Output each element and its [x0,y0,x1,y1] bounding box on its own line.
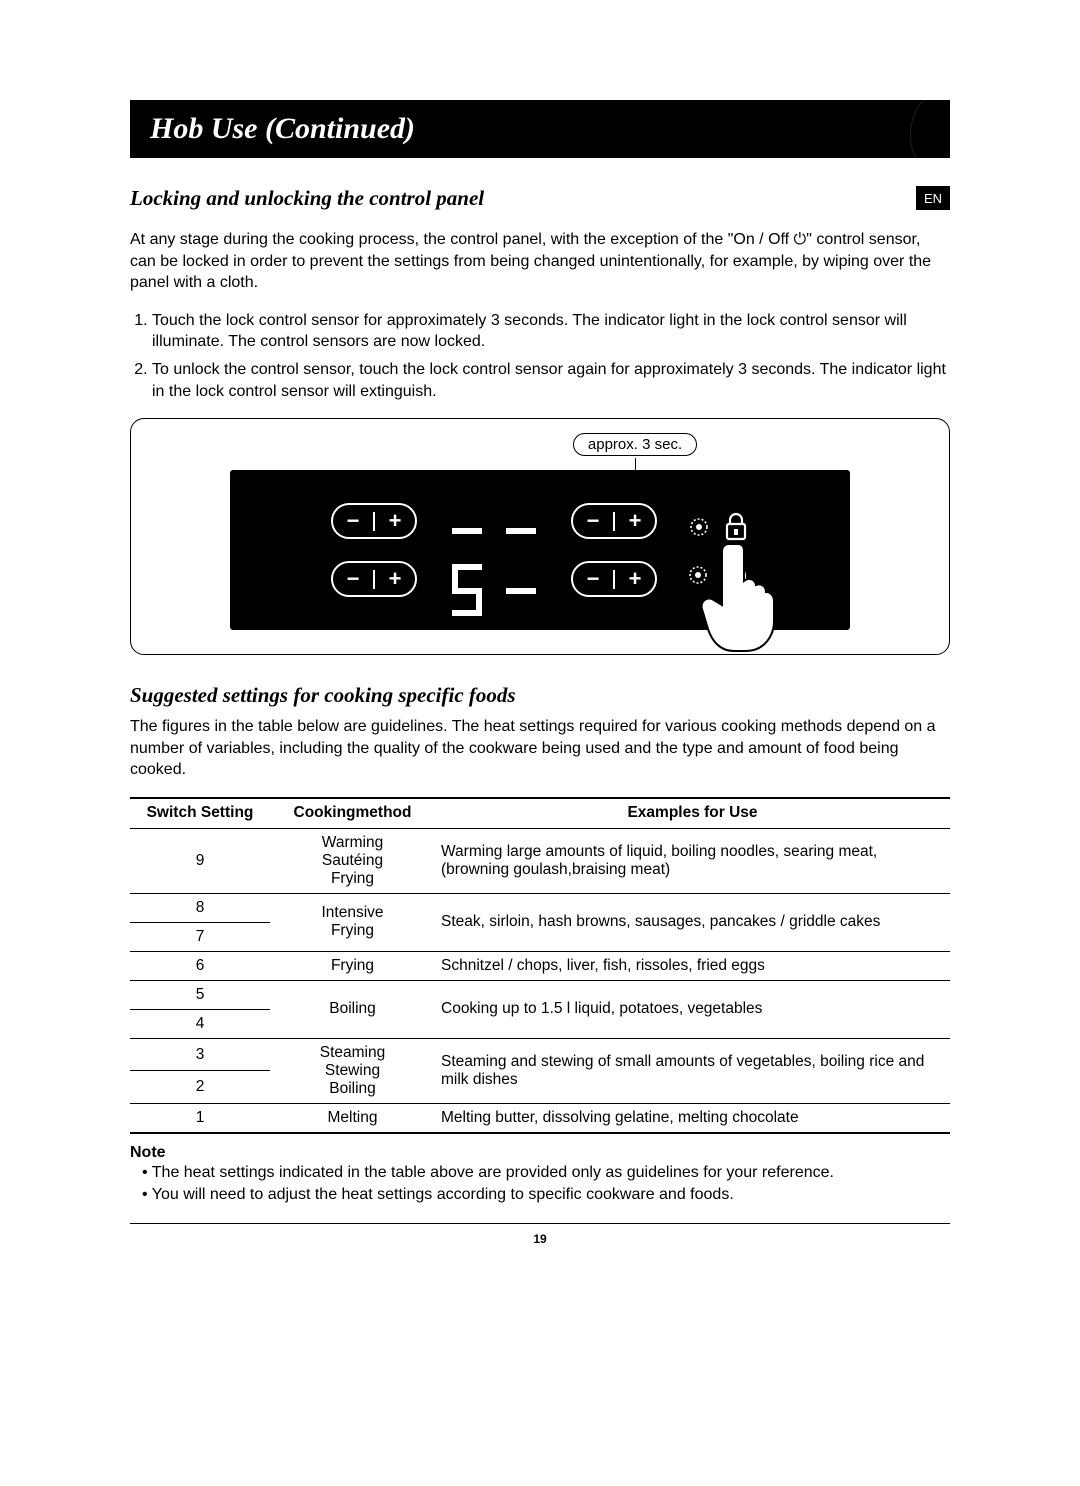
display-segment-dash [501,561,541,621]
cell-cm-87: Intensive Frying [270,893,435,951]
th-examples: Examples for Use [435,798,950,829]
cell-cm-54: Boiling [270,980,435,1038]
cell-sw-9: 9 [130,828,270,893]
zone2-plusminus[interactable]: −+ [571,503,657,539]
note-item-1: The heat settings indicated in the table… [142,1162,950,1184]
power-icon[interactable] [723,562,749,588]
cell-ex-32: Steaming and stewing of small amounts of… [435,1038,950,1103]
cell-sw-6: 6 [130,951,270,980]
cell-ex-54: Cooking up to 1.5 l liquid, potatoes, ve… [435,980,950,1038]
step-1: Touch the lock control sensor for approx… [152,310,950,353]
cell-ex-1: Melting butter, dissolving gelatine, mel… [435,1103,950,1133]
cell-sw-3: 3 [130,1038,270,1071]
locking-steps: Touch the lock control sensor for approx… [152,310,950,402]
language-badge: EN [916,186,950,210]
zone4-plusminus[interactable]: −+ [571,561,657,597]
section-heading-settings: Suggested settings for cooking specific … [130,683,950,708]
footer-rule [130,1223,950,1224]
cell-cm-9: Warming Sautéing Frying [270,828,435,893]
control-panel-figure: approx. 3 sec. −+ −+ [130,418,950,655]
page: Hob Use (Continued) Locking and unlockin… [0,0,1080,1306]
locking-intro: At any stage during the cooking process,… [130,229,950,294]
cell-ex-87: Steak, sirloin, hash browns, sausages, p… [435,893,950,951]
cell-sw-4: 4 [130,1009,270,1038]
cell-cm-6: Frying [270,951,435,980]
note-list: The heat settings indicated in the table… [142,1162,950,1205]
th-method: Cookingmethod [270,798,435,829]
display-segment-blank-1 [447,479,487,539]
display-segment-blank-2 [501,479,541,539]
cell-sw-2: 2 [130,1071,270,1104]
step-2: To unlock the control sensor, touch the … [152,359,950,402]
cell-cm-32: Steaming Stewing Boiling [270,1038,435,1103]
page-title: Hob Use (Continued) [150,112,415,146]
callout-3sec: approx. 3 sec. [573,433,697,456]
cell-ex-9: Warming large amounts of liquid, boiling… [435,828,950,893]
note-label: Note [130,1144,950,1162]
th-switch: Switch Setting [130,798,270,829]
indicator-light-icon [688,516,710,538]
hob-control-panel: −+ −+ [230,470,850,630]
indicator-light-icon-2 [687,564,709,586]
page-number: 19 [130,1232,950,1246]
callout-connector [635,458,636,470]
note-item-2: You will need to adjust the heat setting… [142,1184,950,1206]
cell-sw-8: 8 [130,893,270,922]
cell-sw-1: 1 [130,1103,270,1133]
section-heading-locking: Locking and unlocking the control panel [130,186,484,211]
settings-table: Switch Setting Cookingmethod Examples fo… [130,797,950,1134]
header-banner: Hob Use (Continued) [130,100,950,158]
display-segment-5 [447,561,487,621]
cell-ex-6: Schnitzel / chops, liver, fish, rissoles… [435,951,950,980]
cell-sw-5: 5 [130,980,270,1009]
zone1-plusminus[interactable]: −+ [331,503,417,539]
zone3-plusminus[interactable]: −+ [331,561,417,597]
lock-icon[interactable] [724,512,748,542]
cell-sw-7: 7 [130,922,270,951]
settings-intro: The figures in the table below are guide… [130,716,950,781]
cell-cm-1: Melting [270,1103,435,1133]
